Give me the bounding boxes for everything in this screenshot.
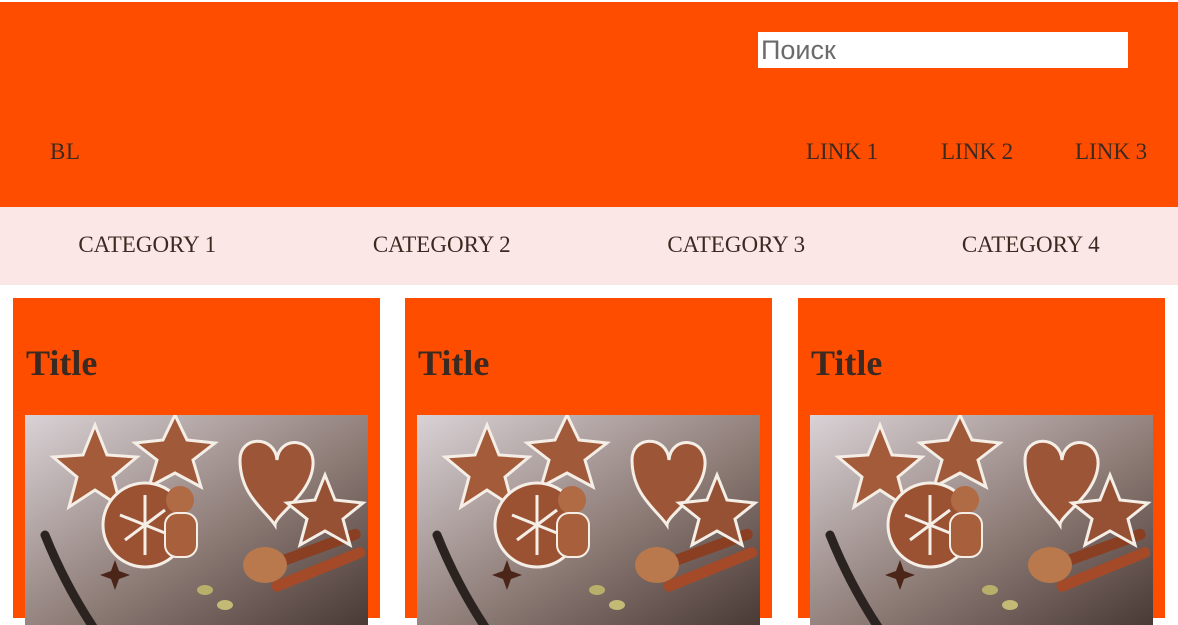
category-bar: CATEGORY 1 CATEGORY 2 CATEGORY 3 CATEGOR… [0, 207, 1178, 285]
category-link-1[interactable]: CATEGORY 1 [0, 207, 295, 285]
site-header: BL LINK 1 LINK 2 LINK 3 [0, 2, 1178, 207]
nav-link-2[interactable]: LINK 2 [941, 139, 1013, 165]
card-title: Title [418, 342, 489, 384]
product-card[interactable]: Title [798, 298, 1165, 618]
gingerbread-cookies-image [810, 415, 1153, 625]
category-link-2[interactable]: CATEGORY 2 [295, 207, 590, 285]
search-input[interactable] [758, 32, 1128, 68]
top-nav: LINK 1 LINK 2 LINK 3 [0, 139, 1178, 169]
card-title: Title [811, 342, 882, 384]
product-card[interactable]: Title [405, 298, 772, 618]
card-title: Title [26, 342, 97, 384]
gingerbread-cookies-image [417, 415, 760, 625]
nav-link-1[interactable]: LINK 1 [806, 139, 878, 165]
category-link-4[interactable]: CATEGORY 4 [884, 207, 1178, 285]
category-link-3[interactable]: CATEGORY 3 [589, 207, 884, 285]
product-card[interactable]: Title [13, 298, 380, 618]
nav-link-3[interactable]: LINK 3 [1075, 139, 1147, 165]
gingerbread-cookies-image [25, 415, 368, 625]
